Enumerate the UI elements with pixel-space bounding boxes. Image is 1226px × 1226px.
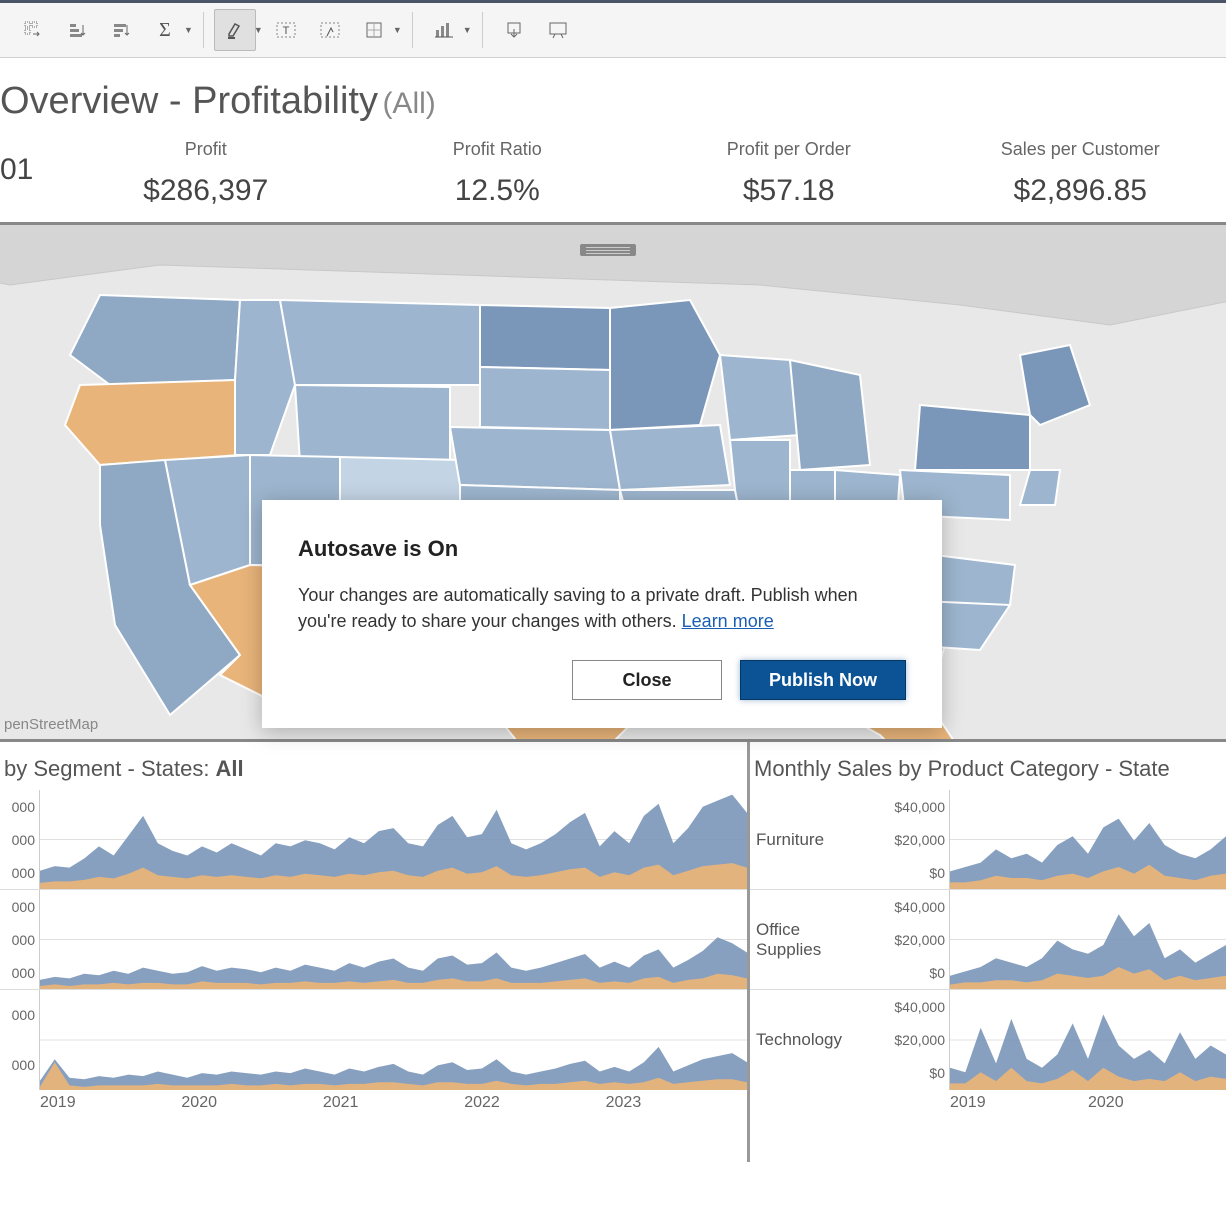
- segment-chart-row[interactable]: 000000000: [0, 890, 747, 990]
- kpi-value: $286,397: [60, 174, 352, 208]
- kpi-value: 12.5%: [352, 174, 644, 208]
- dialog-actions: Close Publish Now: [298, 660, 906, 700]
- kpi-card: Profit per Order $57.18: [643, 139, 935, 208]
- kpi-value: $57.18: [643, 174, 935, 208]
- x-tick: 2019: [950, 1094, 1088, 1112]
- area-chart: [40, 790, 747, 889]
- x-axis: 20192020202120222023: [0, 1090, 747, 1112]
- x-tick: 2020: [1088, 1094, 1226, 1112]
- highlight-dropdown[interactable]: ▼: [214, 9, 263, 51]
- category-panel: Monthly Sales by Product Category - Stat…: [750, 742, 1226, 1162]
- kpi-label: Profit: [60, 139, 352, 160]
- sort-asc-icon[interactable]: [56, 9, 98, 51]
- panel-drag-handle[interactable]: [580, 244, 636, 256]
- x-tick: 2020: [181, 1094, 322, 1112]
- group-icon[interactable]: [309, 9, 351, 51]
- sort-desc-icon[interactable]: [100, 9, 142, 51]
- segment-chart-row[interactable]: 000000: [0, 990, 747, 1090]
- dialog-body: Your changes are automatically saving to…: [298, 582, 906, 634]
- autosave-dialog: Autosave is On Your changes are automati…: [262, 500, 942, 728]
- y-axis: $40,000$20,000$0: [850, 990, 950, 1090]
- y-axis: $40,000$20,000$0: [850, 790, 950, 889]
- border-dropdown[interactable]: ▼: [353, 9, 402, 51]
- toolbar-separator: [203, 12, 204, 48]
- segment-panel: by Segment - States: All 000000000000000…: [0, 742, 750, 1162]
- y-axis: 000000: [0, 990, 40, 1090]
- category-chart-row[interactable]: Technology$40,000$20,000$0: [750, 990, 1226, 1090]
- dashboard-title: Overview - Profitability: [0, 80, 378, 122]
- kpi-row: 01 Profit $286,397 Profit Ratio 12.5% Pr…: [0, 133, 1226, 222]
- area-chart: [950, 890, 1226, 989]
- publish-now-button[interactable]: Publish Now: [740, 660, 906, 700]
- toolbar-separator: [412, 12, 413, 48]
- y-axis: 000000000: [0, 790, 40, 889]
- kpi-label: Profit Ratio: [352, 139, 644, 160]
- kpi-value: $2,896.85: [935, 174, 1226, 208]
- area-chart: [950, 990, 1226, 1090]
- category-label: Office Supplies: [750, 890, 850, 989]
- area-chart: [40, 890, 747, 989]
- presentation-icon[interactable]: [537, 9, 579, 51]
- category-label: Technology: [750, 990, 850, 1090]
- show-me-dropdown[interactable]: ▼: [423, 9, 472, 51]
- kpi-card: 01: [0, 139, 60, 208]
- category-chart-row[interactable]: Office Supplies$40,000$20,000$0: [750, 890, 1226, 990]
- map-attribution: penStreetMap: [4, 716, 98, 733]
- y-axis: $40,000$20,000$0: [850, 890, 950, 989]
- learn-more-link[interactable]: Learn more: [682, 611, 774, 631]
- dashboard-title-area: Overview - Profitability (All): [0, 58, 1226, 133]
- kpi-label: Sales per Customer: [935, 139, 1226, 160]
- category-label: Furniture: [750, 790, 850, 889]
- category-panel-title: Monthly Sales by Product Category - Stat…: [750, 756, 1226, 790]
- toolbar: Σ ▼ ▼ T ▼ ▼: [0, 0, 1226, 58]
- area-chart: [950, 790, 1226, 889]
- x-tick: 2019: [40, 1094, 181, 1112]
- x-axis: 20192020: [750, 1090, 1226, 1112]
- swap-icon[interactable]: [12, 9, 54, 51]
- kpi-label: Profit per Order: [643, 139, 935, 160]
- x-tick: 2023: [606, 1094, 747, 1112]
- x-tick: 2021: [323, 1094, 464, 1112]
- toolbar-separator: [482, 12, 483, 48]
- area-chart: [40, 990, 747, 1090]
- sigma-dropdown[interactable]: Σ ▼: [144, 9, 193, 51]
- bottom-panel-row: by Segment - States: All 000000000000000…: [0, 742, 1226, 1162]
- download-icon[interactable]: [493, 9, 535, 51]
- kpi-card: Profit $286,397: [60, 139, 352, 208]
- highlight-icon[interactable]: [214, 9, 256, 51]
- dashboard-title-suffix: (All): [382, 87, 435, 120]
- kpi-card: Sales per Customer $2,896.85: [935, 139, 1226, 208]
- kpi-card: Profit Ratio 12.5%: [352, 139, 644, 208]
- segment-panel-title: by Segment - States: All: [0, 756, 747, 790]
- border-icon[interactable]: [353, 9, 395, 51]
- svg-text:T: T: [282, 25, 289, 37]
- close-button[interactable]: Close: [572, 660, 722, 700]
- dialog-title: Autosave is On: [298, 536, 906, 562]
- kpi-value: 01: [0, 153, 60, 187]
- category-chart-row[interactable]: Furniture$40,000$20,000$0: [750, 790, 1226, 890]
- y-axis: 000000000: [0, 890, 40, 989]
- segment-chart-row[interactable]: 000000000: [0, 790, 747, 890]
- text-box-icon[interactable]: T: [265, 9, 307, 51]
- x-tick: 2022: [464, 1094, 605, 1112]
- show-me-icon[interactable]: [423, 9, 465, 51]
